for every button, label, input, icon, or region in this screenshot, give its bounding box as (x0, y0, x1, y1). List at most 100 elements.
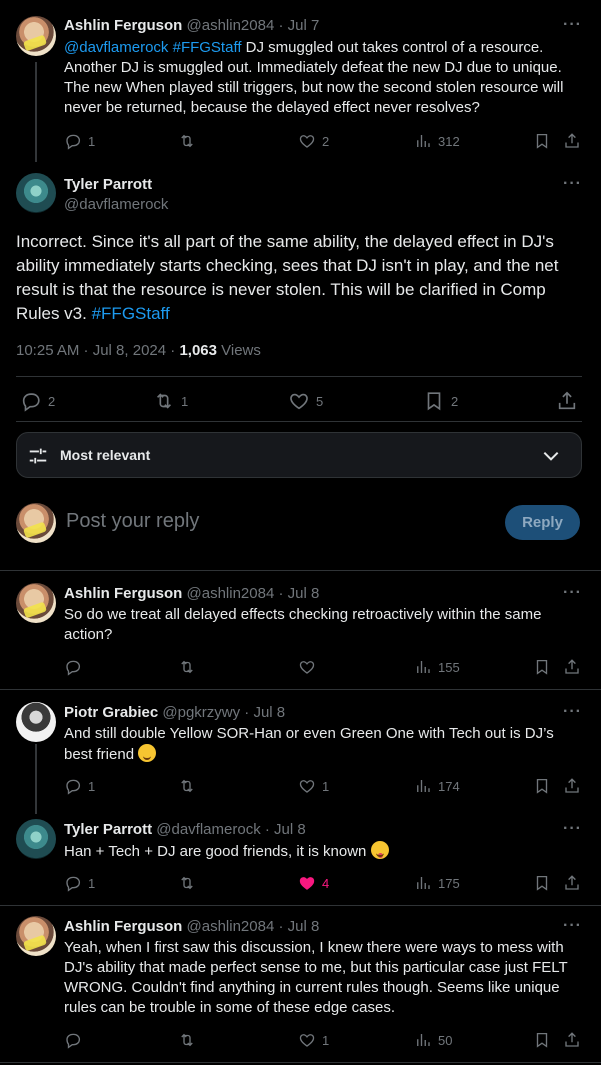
reply-text: So do we treat all delayed effects check… (64, 606, 542, 643)
mention-link[interactable]: @davflamerock #FFGStaff (64, 39, 242, 56)
grin-emoji-icon (138, 744, 157, 762)
bookmark-icon (423, 390, 445, 412)
bookmark-icon (533, 874, 551, 892)
views-button[interactable]: 155 (414, 658, 460, 676)
views-button[interactable]: 312 (414, 132, 460, 150)
winking-tongue-emoji-icon (370, 841, 389, 859)
views-button[interactable]: 174 (414, 777, 460, 795)
avatar[interactable] (16, 583, 56, 623)
avatar[interactable] (16, 173, 56, 213)
repost-button[interactable] (178, 658, 202, 676)
bookmark-button[interactable]: 2 (423, 390, 458, 412)
repost-button[interactable] (178, 1031, 202, 1049)
repost-button[interactable]: 1 (153, 390, 188, 412)
reply-button[interactable] (64, 1031, 88, 1049)
share-icon (563, 658, 581, 676)
share-icon (563, 132, 581, 150)
more-icon[interactable]: ··· (563, 175, 582, 193)
bookmark-button[interactable] (533, 1031, 551, 1049)
post-time[interactable]: 10:25 AM · Jul 8, 2024 · (16, 342, 179, 359)
avatar[interactable] (16, 16, 56, 56)
sort-label: Most relevant (60, 447, 151, 463)
reply-text: Yeah, when I first saw this discussion, … (64, 939, 568, 1016)
like-button[interactable]: 4 (298, 874, 329, 892)
divider (16, 421, 582, 422)
like-button[interactable]: 5 (288, 390, 323, 412)
views-button[interactable]: 50 (414, 1031, 452, 1049)
share-button[interactable] (563, 658, 581, 676)
repost-icon (178, 658, 196, 676)
author-name[interactable]: Tyler Parrott (64, 176, 152, 193)
post-date[interactable]: · Jul 7 (278, 17, 319, 34)
thread-line (35, 744, 37, 814)
reply-submit-button[interactable]: Reply (505, 505, 580, 540)
share-button[interactable] (563, 777, 581, 795)
post-date[interactable]: · Jul 8 (244, 704, 285, 721)
more-icon[interactable]: ··· (563, 703, 582, 721)
more-icon[interactable]: ··· (563, 16, 582, 34)
hashtag-link[interactable]: #FFGStaff (92, 304, 170, 323)
share-button[interactable] (563, 874, 581, 892)
reply-input[interactable]: Post your reply (66, 510, 199, 533)
share-button[interactable] (563, 1031, 581, 1049)
bookmark-button[interactable] (533, 777, 551, 795)
avatar[interactable] (16, 819, 56, 859)
repost-button[interactable] (178, 874, 202, 892)
reply-button[interactable]: 2 (20, 390, 55, 412)
bookmark-button[interactable] (533, 658, 551, 676)
reply-button[interactable]: 1 (64, 874, 95, 892)
repost-button[interactable] (178, 132, 202, 150)
share-button[interactable] (563, 132, 581, 150)
author-handle[interactable]: @pgkrzywy (162, 704, 240, 721)
avatar[interactable] (16, 916, 56, 956)
repost-button[interactable] (178, 777, 202, 795)
heart-icon (298, 132, 316, 150)
like-button[interactable]: 1 (298, 1031, 329, 1049)
like-button[interactable]: 2 (298, 132, 329, 150)
reply-sort-dropdown[interactable]: Most relevant (16, 432, 582, 478)
chevron-down-icon (543, 451, 559, 461)
divider (16, 376, 582, 377)
reply-button[interactable]: 1 (64, 132, 95, 150)
views-icon (414, 777, 432, 795)
author-name[interactable]: Ashlin Ferguson (64, 585, 182, 602)
author-name[interactable]: Tyler Parrott (64, 821, 152, 838)
repost-icon (178, 777, 196, 795)
author-line: Ashlin Ferguson @ashlin2084 · Jul 8 (64, 918, 319, 935)
reply-button[interactable]: 1 (64, 777, 95, 795)
author-handle[interactable]: @ashlin2084 (187, 918, 275, 935)
repost-icon (178, 132, 196, 150)
views-button[interactable]: 175 (414, 874, 460, 892)
author-handle[interactable]: @ashlin2084 (187, 17, 275, 34)
more-icon[interactable]: ··· (563, 917, 582, 935)
avatar[interactable] (16, 702, 56, 742)
bookmark-button[interactable] (533, 874, 551, 892)
post-date[interactable]: · Jul 8 (265, 821, 306, 838)
like-button[interactable] (298, 658, 322, 676)
bookmark-icon (533, 132, 551, 150)
author-name[interactable]: Ashlin Ferguson (64, 17, 182, 34)
more-icon[interactable]: ··· (563, 820, 582, 838)
reply-text: Han + Tech + DJ are good friends, it is … (64, 841, 589, 862)
sliders-icon (29, 448, 47, 464)
share-icon (556, 390, 578, 412)
share-button[interactable] (556, 390, 578, 412)
author-line: Tyler Parrott @davflamerock · Jul 8 (64, 821, 306, 838)
views-count: 1,063 (179, 342, 217, 359)
like-button[interactable]: 1 (298, 777, 329, 795)
bookmark-button[interactable] (533, 132, 551, 150)
divider (0, 905, 601, 906)
author-name[interactable]: Piotr Grabiec (64, 704, 158, 721)
more-icon[interactable]: ··· (563, 584, 582, 602)
views-icon (414, 1031, 432, 1049)
divider (0, 689, 601, 690)
post-date[interactable]: · Jul 8 (278, 585, 319, 602)
reply-button[interactable] (64, 658, 88, 676)
share-icon (563, 874, 581, 892)
author-name[interactable]: Ashlin Ferguson (64, 918, 182, 935)
author-handle[interactable]: @davflamerock (156, 821, 260, 838)
post-date[interactable]: · Jul 8 (278, 918, 319, 935)
author-handle[interactable]: @ashlin2084 (187, 585, 275, 602)
views-icon (414, 658, 432, 676)
author-handle[interactable]: @davflamerock (64, 196, 168, 213)
